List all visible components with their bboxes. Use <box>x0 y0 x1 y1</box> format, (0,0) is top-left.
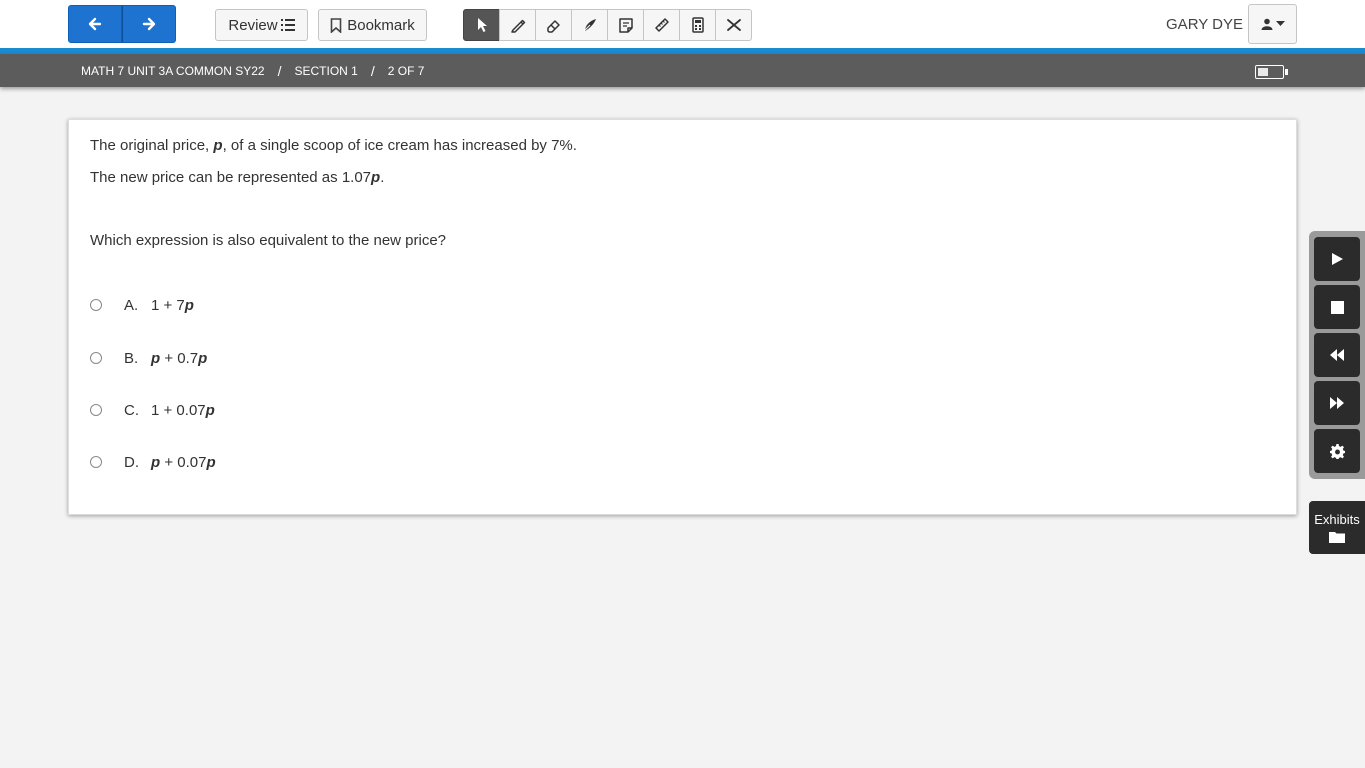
calculator-tool-button[interactable] <box>679 9 716 41</box>
stop-icon <box>1330 300 1344 314</box>
radio-button-b[interactable] <box>90 352 102 364</box>
option-letter: C. <box>124 401 139 419</box>
fast-forward-button[interactable] <box>1314 381 1360 425</box>
eraser-icon <box>546 20 560 33</box>
user-name: GARY DYE <box>1166 16 1243 33</box>
pointer-icon <box>477 18 487 32</box>
review-label: Review <box>228 16 278 34</box>
breadcrumb-bar: MATH 7 UNIT 3A COMMON SY22 / SECTION 1 /… <box>0 54 1365 87</box>
gear-icon <box>1329 443 1345 459</box>
highlighter-tool-button[interactable] <box>499 9 536 41</box>
settings-button[interactable] <box>1314 429 1360 473</box>
question-card: The original price, p, of a single scoop… <box>68 119 1297 515</box>
answer-option-a[interactable]: A. 1 + 7p <box>90 296 194 314</box>
question-text-line-2: The new price can be represented as 1.07… <box>90 169 385 186</box>
user-icon <box>1261 18 1272 30</box>
caret-down-icon <box>1275 21 1285 26</box>
rewind-button[interactable] <box>1314 333 1360 377</box>
ruler-tool-button[interactable] <box>643 9 680 41</box>
play-button[interactable] <box>1314 237 1360 281</box>
strikethrough-icon <box>583 19 596 32</box>
list-icon <box>280 19 295 31</box>
text-to-speech-panel <box>1309 231 1365 479</box>
arrow-right-icon <box>142 17 156 31</box>
exhibits-button[interactable]: Exhibits <box>1309 501 1365 554</box>
folder-icon <box>1329 532 1345 543</box>
next-button[interactable] <box>122 5 176 43</box>
radio-button-d[interactable] <box>90 456 102 468</box>
pointer-tool-button[interactable] <box>463 9 500 41</box>
answer-option-c[interactable]: C. 1 + 0.07p <box>90 401 215 419</box>
question-text-line-1: The original price, p, of a single scoop… <box>90 137 577 154</box>
ruler-icon <box>654 18 669 32</box>
variable-p: p <box>213 137 223 154</box>
option-expression: p + 0.7p <box>151 349 208 367</box>
variable-p: p <box>371 169 381 186</box>
highlighter-icon <box>510 19 525 33</box>
play-icon <box>1332 253 1343 265</box>
top-toolbar: Review Bookmark GARY DYE <box>0 0 1365 49</box>
notepad-tool-button[interactable] <box>607 9 644 41</box>
previous-button[interactable] <box>68 5 122 43</box>
tool-group <box>463 9 752 41</box>
radio-button-a[interactable] <box>90 299 102 311</box>
option-letter: A. <box>124 296 139 314</box>
option-expression: 1 + 7p <box>151 296 194 314</box>
battery-toggle-icon[interactable] <box>1255 65 1288 79</box>
user-menu-button[interactable] <box>1248 4 1297 44</box>
notepad-icon <box>618 18 633 33</box>
fast-forward-icon <box>1330 397 1344 409</box>
breadcrumb-separator: / <box>370 63 375 79</box>
answer-eliminator-tool-button[interactable] <box>715 9 752 41</box>
answer-option-b[interactable]: B. p + 0.7p <box>90 349 207 367</box>
strikethrough-tool-button[interactable] <box>571 9 608 41</box>
breadcrumb-test: MATH 7 UNIT 3A COMMON SY22 <box>81 64 265 78</box>
review-button[interactable]: Review <box>215 9 308 41</box>
eraser-tool-button[interactable] <box>535 9 572 41</box>
stop-button[interactable] <box>1314 285 1360 329</box>
option-letter: B. <box>124 349 139 367</box>
answer-option-d[interactable]: D. p + 0.07p <box>90 453 216 471</box>
option-letter: D. <box>124 453 139 471</box>
nav-group <box>68 5 178 43</box>
rewind-icon <box>1330 349 1344 361</box>
breadcrumb: MATH 7 UNIT 3A COMMON SY22 / SECTION 1 /… <box>81 63 424 79</box>
bookmark-icon <box>330 17 342 33</box>
exhibits-label: Exhibits <box>1314 512 1360 527</box>
radio-button-c[interactable] <box>90 404 102 416</box>
bookmark-label: Bookmark <box>347 16 415 34</box>
calculator-icon <box>691 17 704 33</box>
question-prompt: Which expression is also equivalent to t… <box>90 232 447 249</box>
breadcrumb-position: 2 OF 7 <box>387 64 425 78</box>
breadcrumb-separator: / <box>277 63 282 79</box>
arrow-left-icon <box>88 17 102 31</box>
breadcrumb-section: SECTION 1 <box>294 64 358 78</box>
answer-eliminator-icon <box>726 19 741 31</box>
option-expression: 1 + 0.07p <box>151 401 215 419</box>
option-expression: p + 0.07p <box>151 453 216 471</box>
bookmark-button[interactable]: Bookmark <box>318 9 427 41</box>
